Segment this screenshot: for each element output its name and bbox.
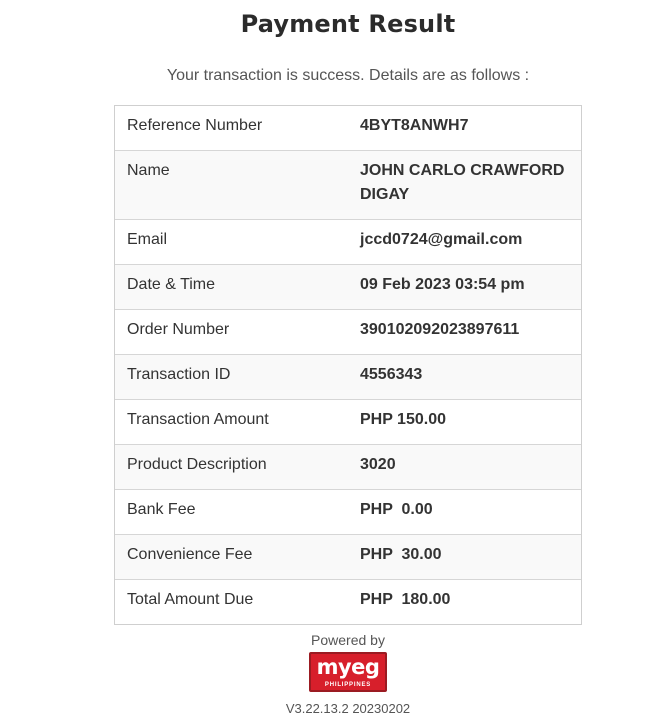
row-value: jccd0724@gmail.com [360,231,523,248]
table-row-transaction-id: Transaction ID 4556343 [115,354,581,399]
row-label: Date & Time [127,276,216,293]
row-label: Order Number [127,321,230,338]
row-value: 3020 [360,456,396,473]
table-row-convenience-fee: Convenience Fee PHP 30.00 [115,534,581,579]
row-value: 390102092023897611 [360,321,520,338]
row-value: JOHN CARLO CRAWFORD DIGAY [360,162,565,203]
row-value: 09 Feb 2023 03:54 pm [360,276,525,293]
row-label: Convenience Fee [127,546,253,563]
table-row-bank-fee: Bank Fee PHP 0.00 [115,489,581,534]
table-row-total-amount-due: Total Amount Due PHP 180.00 [115,579,581,624]
powered-by-text: Powered by [311,632,385,648]
table-row-date-time: Date & Time 09 Feb 2023 03:54 pm [115,264,581,309]
page-title: Payment Result [240,10,456,38]
row-label: Transaction Amount [127,411,269,428]
row-value: PHP 150.00 [360,411,446,428]
table-row-product-description: Product Description 3020 [115,444,581,489]
row-value: PHP 30.00 [360,546,442,563]
table-row-reference-number: Reference Number 4BYT8ANWH7 [115,106,581,150]
table-row-transaction-amount: Transaction Amount PHP 150.00 [115,399,581,444]
payment-result-page: Payment Result Your transaction is succe… [0,0,670,726]
page-subtitle: Your transaction is success. Details are… [166,67,530,84]
table-row-name: Name JOHN CARLO CRAWFORD DIGAY [115,150,581,219]
row-value: PHP 0.00 [360,501,433,518]
logo-wordmark: myeg [316,655,380,679]
table-row-email: Email jccd0724@gmail.com [115,219,581,264]
transaction-details-table: Reference Number 4BYT8ANWH7 Name JOHN CA… [114,105,582,625]
footer: Powered by myeg PHILIPPINES V3.22.13.2 2… [0,632,670,716]
row-label: Name [127,162,170,179]
table-row-order-number: Order Number 390102092023897611 [115,309,581,354]
row-label: Product Description [127,456,267,473]
row-label: Bank Fee [127,501,196,518]
row-value: 4BYT8ANWH7 [360,117,469,134]
row-label: Total Amount Due [127,591,254,608]
logo-subtext: PHILIPPINES [324,682,372,688]
myeg-logo: myeg PHILIPPINES [309,652,387,692]
row-value: 4556343 [360,366,423,383]
row-label: Reference Number [127,117,263,134]
row-value: PHP 180.00 [360,591,451,608]
row-label: Transaction ID [127,366,231,383]
row-label: Email [127,231,168,248]
version-text: V3.22.13.2 20230202 [285,701,411,716]
